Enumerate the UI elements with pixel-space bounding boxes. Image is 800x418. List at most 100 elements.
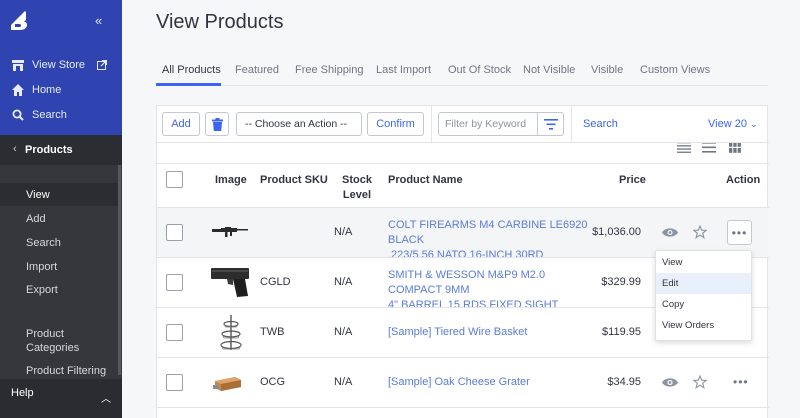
column-header-stock-line: Stock bbox=[342, 174, 372, 186]
tab-custom-views[interactable]: Custom Views bbox=[640, 64, 710, 76]
column-header-product-name[interactable]: Product Name bbox=[388, 174, 463, 186]
tab-all-products[interactable]: All Products bbox=[162, 64, 221, 76]
tab-last-import[interactable]: Last Import bbox=[376, 64, 431, 76]
collapse-sidebar-icon[interactable]: « bbox=[95, 13, 102, 28]
sidebar-header: « View Store Home Search bbox=[0, 0, 122, 135]
sidebar-item-product-filtering[interactable]: Product Filtering bbox=[26, 365, 106, 379]
divider bbox=[157, 142, 769, 143]
row-checkbox[interactable] bbox=[166, 324, 183, 341]
sidebar-link-search[interactable]: Search bbox=[11, 108, 67, 122]
sidebar-item-label: Product bbox=[26, 328, 64, 340]
menu-item-view-orders[interactable]: View Orders bbox=[656, 315, 751, 336]
sidebar-item-add[interactable]: Add bbox=[0, 207, 118, 230]
column-header-image: Image bbox=[215, 174, 247, 186]
toolbar-divider bbox=[431, 106, 432, 142]
product-thumbnail[interactable] bbox=[212, 227, 248, 237]
action-menu: View Edit Copy View Orders bbox=[655, 250, 752, 341]
toolbar-divider bbox=[571, 106, 572, 142]
sidebar-item-product-categories[interactable]: Product Categories bbox=[26, 328, 79, 355]
help-label: Help bbox=[11, 387, 34, 399]
column-header-price[interactable]: Price bbox=[619, 174, 646, 186]
tab-free-shipping[interactable]: Free Shipping bbox=[295, 64, 364, 76]
chevron-left-icon: ‹ bbox=[13, 143, 17, 155]
delete-button[interactable] bbox=[205, 112, 229, 136]
sidebar-link-label: View Store bbox=[32, 59, 85, 71]
column-header-sku[interactable]: Product SKU bbox=[260, 174, 328, 186]
more-actions-button[interactable]: ••• bbox=[733, 375, 749, 389]
view-count-label: View 20 bbox=[708, 118, 747, 130]
sidebar-section-products[interactable]: ‹ Products bbox=[0, 135, 122, 165]
search-icon bbox=[11, 108, 25, 122]
product-thumbnail[interactable] bbox=[211, 266, 251, 298]
price-cell: $119.95 bbox=[602, 326, 641, 338]
column-header-action: Action bbox=[726, 174, 761, 186]
search-link[interactable]: Search bbox=[583, 118, 618, 130]
more-actions-button[interactable]: ••• bbox=[727, 220, 752, 245]
sidebar-item-export[interactable]: Export bbox=[0, 278, 118, 301]
sidebar-item-search[interactable]: Search bbox=[0, 231, 118, 254]
sidebar-link-view-store[interactable]: View Store bbox=[11, 58, 85, 72]
select-all-checkbox[interactable] bbox=[166, 171, 183, 188]
sku-cell: OCG bbox=[260, 376, 286, 388]
filter-options-button[interactable] bbox=[537, 112, 564, 136]
add-button[interactable]: Add bbox=[162, 112, 200, 136]
star-icon[interactable] bbox=[693, 375, 707, 389]
eye-icon[interactable] bbox=[662, 377, 678, 388]
choose-action-value: -- Choose an Action -- bbox=[245, 118, 348, 130]
page-title: View Products bbox=[156, 11, 284, 33]
sku-cell: TWB bbox=[260, 326, 285, 338]
column-header-stock-level[interactable]: Stock Level bbox=[342, 174, 372, 201]
external-link-icon bbox=[97, 60, 107, 70]
filter-icon bbox=[543, 118, 558, 130]
column-header-stock-line: Level bbox=[342, 189, 372, 201]
sidebar-link-label: Home bbox=[32, 84, 62, 96]
choose-action-select[interactable]: -- Choose an Action -- bbox=[236, 112, 362, 136]
product-name-link[interactable]: [Sample] Oak Cheese Grater bbox=[388, 375, 588, 390]
row-checkbox[interactable] bbox=[166, 224, 183, 241]
table-row[interactable]: OCG N/A [Sample] Oak Cheese Grater $34.9… bbox=[157, 358, 768, 407]
tab-visible[interactable]: Visible bbox=[591, 64, 623, 76]
list-view-compact-icon[interactable] bbox=[677, 142, 691, 153]
list-view-icon[interactable] bbox=[702, 142, 716, 153]
sidebar-item-import[interactable]: Import bbox=[0, 255, 118, 278]
confirm-button[interactable]: Confirm bbox=[367, 112, 424, 136]
stock-level-cell: N/A bbox=[334, 326, 353, 338]
chevron-up-icon: ︿ bbox=[101, 394, 111, 405]
stock-level-cell: N/A bbox=[334, 376, 353, 388]
active-tab-indicator bbox=[156, 83, 221, 86]
sku-cell: CGLD bbox=[260, 276, 291, 288]
tab-out-of-stock[interactable]: Out Of Stock bbox=[448, 64, 511, 76]
product-thumbnail[interactable] bbox=[220, 315, 242, 351]
tab-bar: All Products Featured Free Shipping Last… bbox=[156, 59, 768, 86]
sidebar-section-label: Products bbox=[25, 144, 73, 156]
store-icon bbox=[11, 58, 25, 72]
price-cell: $34.95 bbox=[607, 376, 641, 388]
sidebar-help[interactable]: Help ︿ bbox=[0, 379, 122, 418]
sidebar-link-home[interactable]: Home bbox=[11, 83, 61, 97]
chevron-down-icon: ⌄ bbox=[750, 119, 758, 129]
tab-not-visible[interactable]: Not Visible bbox=[523, 64, 575, 76]
menu-item-edit[interactable]: Edit bbox=[656, 273, 751, 294]
sidebar-scrollbar[interactable] bbox=[118, 165, 121, 375]
view-count-dropdown[interactable]: View 20 ⌄ bbox=[708, 118, 758, 130]
product-name-line: COLT FIREARMS M4 CARBINE LE6920 BLACK bbox=[388, 219, 588, 246]
price-cell: $329.99 bbox=[601, 276, 641, 288]
row-checkbox[interactable] bbox=[166, 274, 183, 291]
stock-level-cell: N/A bbox=[334, 276, 353, 288]
tab-featured[interactable]: Featured bbox=[235, 64, 279, 76]
price-cell: $1,036.00 bbox=[592, 226, 641, 238]
product-name-link[interactable]: [Sample] Tiered Wire Basket bbox=[388, 325, 588, 340]
menu-item-view[interactable]: View bbox=[656, 252, 751, 273]
row-checkbox[interactable] bbox=[166, 374, 183, 391]
star-icon[interactable] bbox=[693, 225, 707, 239]
sidebar-item-view[interactable]: View bbox=[0, 183, 118, 206]
sidebar-link-label: Search bbox=[32, 109, 67, 121]
more-icon: ••• bbox=[731, 225, 748, 240]
bigcommerce-logo[interactable] bbox=[11, 11, 27, 30]
divider bbox=[157, 163, 769, 164]
eye-icon[interactable] bbox=[662, 227, 678, 238]
menu-item-copy[interactable]: Copy bbox=[656, 294, 751, 315]
product-thumbnail[interactable] bbox=[213, 375, 243, 391]
grid-view-icon[interactable] bbox=[729, 142, 741, 153]
filter-keyword-input[interactable] bbox=[445, 118, 537, 130]
